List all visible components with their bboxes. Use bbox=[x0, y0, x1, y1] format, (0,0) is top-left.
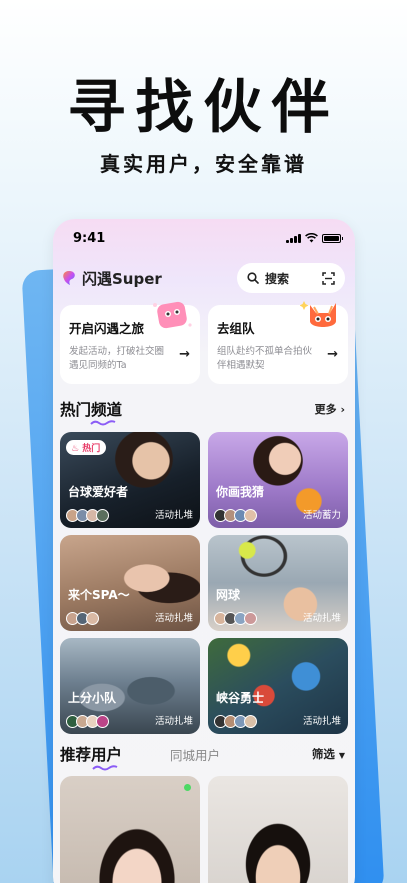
channel-name: 来个SPA～ bbox=[68, 588, 130, 602]
tab-nearby-users[interactable]: 同城用户 bbox=[170, 745, 220, 764]
team-up-card[interactable]: 去组队 组队赴约不孤单合拍伙伴相遇默契 → bbox=[208, 301, 348, 384]
channel-name: 你画我猜 bbox=[216, 485, 265, 499]
search-label: 搜索 bbox=[265, 271, 290, 286]
activity-status: 活动扎堆 bbox=[302, 613, 341, 624]
participant-avatars bbox=[66, 612, 99, 625]
user-card[interactable] bbox=[60, 776, 200, 883]
activity-status: 活动蓄力 bbox=[302, 510, 341, 521]
channel-name: 网球 bbox=[216, 588, 241, 602]
arrow-right-icon: → bbox=[179, 347, 190, 362]
feature-cards: 开启闪遇之旅 发起活动，打破社交圈遇见同频的Ta → 去组队 组队赴约不孤单合拍… bbox=[60, 301, 348, 384]
channel-tile[interactable]: 网球 活动扎堆 bbox=[208, 535, 348, 631]
mascot-pink-icon bbox=[153, 301, 192, 329]
online-indicator bbox=[184, 784, 191, 791]
app-title: 闪遇Super bbox=[82, 269, 162, 288]
fire-icon: ♨ bbox=[71, 444, 80, 454]
chevron-right-icon: › bbox=[340, 403, 345, 416]
participant-avatars bbox=[214, 715, 257, 728]
search-bar[interactable]: 搜索 bbox=[237, 263, 345, 293]
app-logo-icon bbox=[63, 271, 75, 285]
section-title: 热门频道 bbox=[60, 398, 123, 426]
user-card[interactable] bbox=[208, 776, 348, 883]
filter-label: 筛选 bbox=[311, 747, 335, 761]
channel-name: 台球爱好者 bbox=[68, 485, 129, 499]
squiggle-decoration bbox=[90, 420, 116, 426]
hot-channels-header: 热门频道 更多 › bbox=[60, 398, 345, 426]
channel-tile[interactable]: 峡谷勇士 活动扎堆 bbox=[208, 638, 348, 734]
channel-tile[interactable]: 上分小队 活动扎堆 bbox=[60, 638, 200, 734]
hot-badge-label: 热门 bbox=[82, 444, 101, 454]
caret-down-icon: ▼ bbox=[338, 751, 345, 760]
channel-name: 上分小队 bbox=[68, 691, 117, 705]
promo-headline: 寻找伙伴 bbox=[67, 73, 340, 141]
participant-avatars bbox=[66, 715, 109, 728]
promo-tagline: 真实用户，安全靠谱 bbox=[100, 152, 307, 176]
phone-mockup: 9:41 闪遇Super 搜索 开启闪遇之旅 发起活动，打破社交圈遇见同频的Ta… bbox=[53, 219, 355, 883]
wifi-icon bbox=[305, 233, 318, 243]
participant-avatars bbox=[66, 509, 109, 522]
channel-tile[interactable]: 你画我猜 活动蓄力 bbox=[208, 432, 348, 528]
status-time: 9:41 bbox=[73, 231, 106, 246]
tab-recommend-users[interactable]: 推荐用户 bbox=[60, 743, 123, 771]
activity-status: 活动扎堆 bbox=[154, 510, 193, 521]
activity-status: 活动扎堆 bbox=[154, 613, 193, 624]
filter-dropdown[interactable]: 筛选 ▼ bbox=[312, 746, 345, 762]
squiggle-decoration bbox=[92, 765, 118, 771]
participant-avatars bbox=[214, 509, 257, 522]
search-icon bbox=[247, 272, 259, 284]
more-link[interactable]: 更多 › bbox=[315, 401, 345, 417]
mascot-orange-icon bbox=[300, 301, 336, 327]
channel-grid: ♨ 热门 台球爱好者 活动扎堆 你画我猜 活动蓄力 来个SPA～ 活动扎堆 网球… bbox=[60, 432, 348, 734]
arrow-right-icon: → bbox=[327, 347, 338, 362]
signal-icon bbox=[286, 233, 301, 243]
channel-tile[interactable]: ♨ 热门 台球爱好者 活动扎堆 bbox=[60, 432, 200, 528]
scan-icon[interactable] bbox=[322, 272, 335, 285]
status-icons bbox=[286, 233, 343, 243]
activity-status: 活动扎堆 bbox=[154, 716, 193, 727]
feature-card-desc: 发起活动，打破社交圈遇见同频的Ta bbox=[69, 346, 165, 371]
battery-icon bbox=[322, 233, 343, 243]
activity-status: 活动扎堆 bbox=[302, 716, 341, 727]
participant-avatars bbox=[214, 612, 257, 625]
feature-card-desc: 组队赴约不孤单合拍伙伴相遇默契 bbox=[217, 346, 313, 371]
recommended-users bbox=[60, 776, 348, 883]
channel-tile[interactable]: 来个SPA～ 活动扎堆 bbox=[60, 535, 200, 631]
channel-name: 峡谷勇士 bbox=[216, 691, 265, 705]
hot-badge: ♨ 热门 bbox=[66, 440, 107, 455]
tab-recommend-label: 推荐用户 bbox=[60, 746, 123, 764]
hot-channels-title: 热门频道 bbox=[60, 401, 123, 419]
more-label: 更多 bbox=[314, 403, 337, 416]
recommend-tabs: 推荐用户 同城用户 筛选 ▼ bbox=[60, 743, 345, 771]
app-bar: 闪遇Super 搜索 bbox=[61, 263, 347, 293]
start-journey-card[interactable]: 开启闪遇之旅 发起活动，打破社交圈遇见同频的Ta → bbox=[60, 301, 200, 384]
